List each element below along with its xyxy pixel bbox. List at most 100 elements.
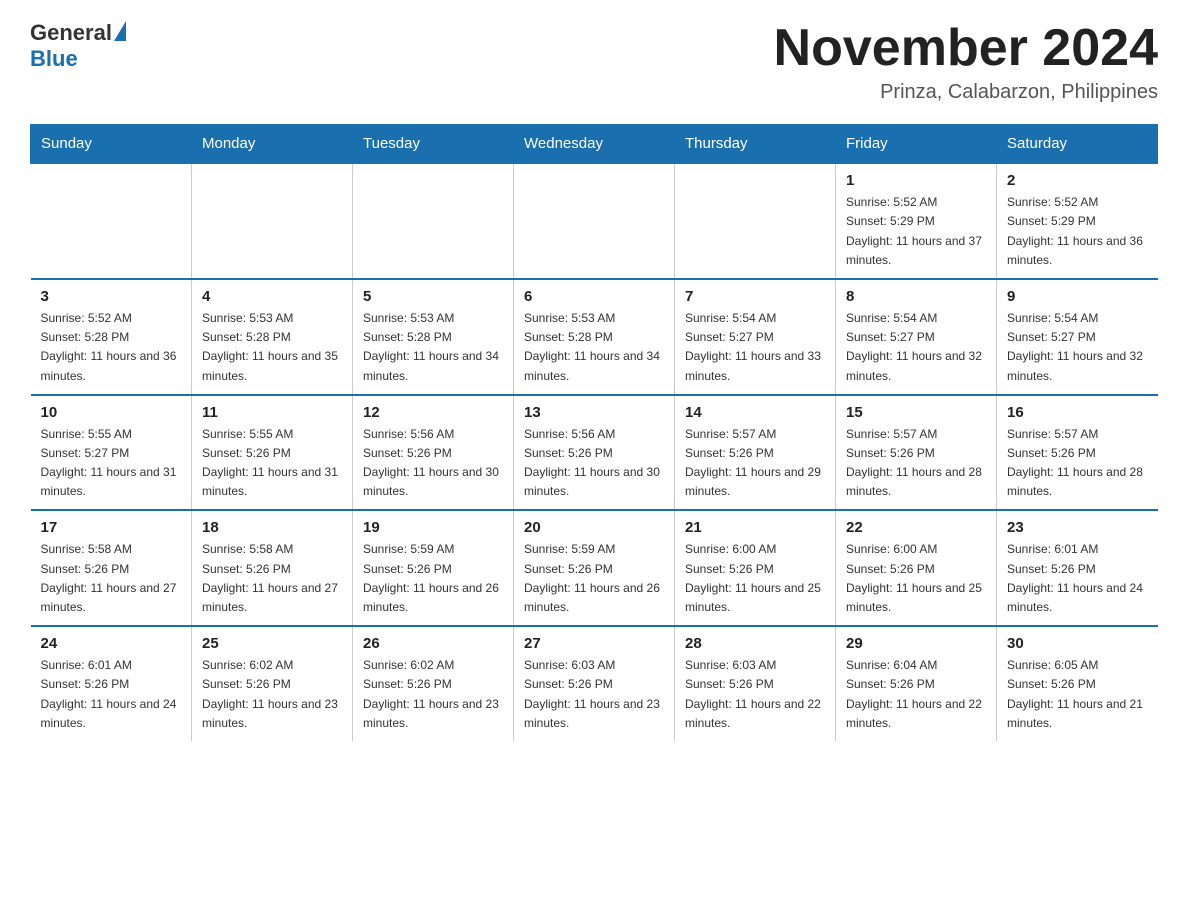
calendar-table: SundayMondayTuesdayWednesdayThursdayFrid…: [30, 124, 1158, 741]
day-number: 3: [41, 288, 182, 305]
calendar-cell: 17 Sunrise: 5:58 AM Sunset: 5:26 PM Dayli…: [31, 510, 192, 626]
day-number: 5: [363, 288, 503, 305]
calendar-cell: 16 Sunrise: 5:57 AM Sunset: 5:26 PM Dayli…: [997, 395, 1158, 511]
day-info: Sunrise: 6:04 AM Sunset: 5:26 PM Dayligh…: [846, 656, 986, 733]
day-info: Sunrise: 5:59 AM Sunset: 5:26 PM Dayligh…: [524, 540, 664, 617]
day-info: Sunrise: 5:54 AM Sunset: 5:27 PM Dayligh…: [1007, 309, 1148, 386]
calendar-cell: 9Sunrise: 5:54 AM Sunset: 5:27 PM Daylig…: [997, 279, 1158, 395]
calendar-cell: 4Sunrise: 5:53 AM Sunset: 5:28 PM Daylig…: [192, 279, 353, 395]
calendar-cell: 12Sunrise: 5:56 AM Sunset: 5:26 PM Dayli…: [353, 395, 514, 511]
calendar-week-4: 17 Sunrise: 5:58 AM Sunset: 5:26 PM Dayli…: [31, 510, 1158, 626]
calendar-cell: 24 Sunrise: 6:01 AM Sunset: 5:26 PM Dayli…: [31, 626, 192, 741]
month-title: November 2024: [774, 20, 1158, 77]
calendar-header: SundayMondayTuesdayWednesdayThursdayFrid…: [31, 125, 1158, 164]
day-info: Sunrise: 6:00 AM Sunset: 5:26 PM Dayligh…: [685, 540, 825, 617]
day-number: 7: [685, 288, 825, 305]
day-info: Sunrise: 6:01 AM Sunset: 5:26 PM Dayligh…: [1007, 540, 1148, 617]
day-info: Sunrise: 5:58 AM Sunset: 5:26 PM Dayligh…: [41, 540, 182, 617]
day-number: 2: [1007, 172, 1148, 189]
day-number: 23: [1007, 519, 1148, 536]
day-info: Sunrise: 5:58 AM Sunset: 5:26 PM Dayligh…: [202, 540, 342, 617]
header-day-sunday: Sunday: [31, 125, 192, 164]
day-info: Sunrise: 5:59 AM Sunset: 5:26 PM Dayligh…: [363, 540, 503, 617]
day-info: Sunrise: 5:54 AM Sunset: 5:27 PM Dayligh…: [846, 309, 986, 386]
calendar-cell: 22 Sunrise: 6:00 AM Sunset: 5:26 PM Dayli…: [836, 510, 997, 626]
day-number: 8: [846, 288, 986, 305]
day-info: Sunrise: 6:02 AM Sunset: 5:26 PM Dayligh…: [202, 656, 342, 733]
calendar-cell: 18 Sunrise: 5:58 AM Sunset: 5:26 PM Dayli…: [192, 510, 353, 626]
day-info: Sunrise: 6:05 AM Sunset: 5:26 PM Dayligh…: [1007, 656, 1148, 733]
header-row: SundayMondayTuesdayWednesdayThursdayFrid…: [31, 125, 1158, 164]
calendar-cell: 19Sunrise: 5:59 AM Sunset: 5:26 PM Dayli…: [353, 510, 514, 626]
day-info: Sunrise: 6:00 AM Sunset: 5:26 PM Dayligh…: [846, 540, 986, 617]
calendar-week-5: 24 Sunrise: 6:01 AM Sunset: 5:26 PM Dayli…: [31, 626, 1158, 741]
day-number: 29: [846, 635, 986, 652]
calendar-cell: 10 Sunrise: 5:55 AM Sunset: 5:27 PM Dayli…: [31, 395, 192, 511]
calendar-cell: [514, 163, 675, 279]
location-text: Prinza, Calabarzon, Philippines: [774, 81, 1158, 104]
day-info: Sunrise: 5:55 AM Sunset: 5:26 PM Dayligh…: [202, 425, 342, 502]
day-info: Sunrise: 5:55 AM Sunset: 5:27 PM Dayligh…: [41, 425, 182, 502]
day-info: Sunrise: 5:52 AM Sunset: 5:28 PM Dayligh…: [41, 309, 182, 386]
day-number: 18: [202, 519, 342, 536]
header-day-saturday: Saturday: [997, 125, 1158, 164]
day-number: 26: [363, 635, 503, 652]
day-info: Sunrise: 6:01 AM Sunset: 5:26 PM Dayligh…: [41, 656, 182, 733]
day-number: 14: [685, 404, 825, 421]
calendar-cell: 3 Sunrise: 5:52 AM Sunset: 5:28 PM Daylig…: [31, 279, 192, 395]
calendar-cell: 21 Sunrise: 6:00 AM Sunset: 5:26 PM Dayli…: [675, 510, 836, 626]
calendar-cell: [31, 163, 192, 279]
calendar-cell: [353, 163, 514, 279]
day-number: 30: [1007, 635, 1148, 652]
day-number: 28: [685, 635, 825, 652]
calendar-cell: 30 Sunrise: 6:05 AM Sunset: 5:26 PM Dayli…: [997, 626, 1158, 741]
day-number: 22: [846, 519, 986, 536]
day-number: 12: [363, 404, 503, 421]
calendar-week-3: 10 Sunrise: 5:55 AM Sunset: 5:27 PM Dayli…: [31, 395, 1158, 511]
header-day-monday: Monday: [192, 125, 353, 164]
logo-general-text: General: [30, 20, 112, 46]
day-number: 13: [524, 404, 664, 421]
day-number: 11: [202, 404, 342, 421]
calendar-cell: 13 Sunrise: 5:56 AM Sunset: 5:26 PM Dayli…: [514, 395, 675, 511]
day-info: Sunrise: 5:53 AM Sunset: 5:28 PM Dayligh…: [363, 309, 503, 386]
header-day-thursday: Thursday: [675, 125, 836, 164]
calendar-cell: 23 Sunrise: 6:01 AM Sunset: 5:26 PM Dayli…: [997, 510, 1158, 626]
logo-triangle-icon: [114, 21, 126, 41]
day-info: Sunrise: 5:52 AM Sunset: 5:29 PM Dayligh…: [846, 193, 986, 270]
day-number: 24: [41, 635, 182, 652]
logo-blue-text: Blue: [30, 46, 78, 71]
calendar-cell: 7Sunrise: 5:54 AM Sunset: 5:27 PM Daylig…: [675, 279, 836, 395]
day-info: Sunrise: 5:57 AM Sunset: 5:26 PM Dayligh…: [1007, 425, 1148, 502]
calendar-cell: 14 Sunrise: 5:57 AM Sunset: 5:26 PM Dayli…: [675, 395, 836, 511]
day-info: Sunrise: 5:52 AM Sunset: 5:29 PM Dayligh…: [1007, 193, 1148, 270]
day-number: 15: [846, 404, 986, 421]
day-number: 21: [685, 519, 825, 536]
day-number: 16: [1007, 404, 1148, 421]
calendar-cell: 1Sunrise: 5:52 AM Sunset: 5:29 PM Daylig…: [836, 163, 997, 279]
calendar-cell: 2 Sunrise: 5:52 AM Sunset: 5:29 PM Daylig…: [997, 163, 1158, 279]
calendar-cell: 28Sunrise: 6:03 AM Sunset: 5:26 PM Dayli…: [675, 626, 836, 741]
page-header: General Blue November 2024 Prinza, Calab…: [30, 20, 1158, 104]
day-number: 17: [41, 519, 182, 536]
calendar-cell: 20 Sunrise: 5:59 AM Sunset: 5:26 PM Dayli…: [514, 510, 675, 626]
calendar-cell: 8 Sunrise: 5:54 AM Sunset: 5:27 PM Daylig…: [836, 279, 997, 395]
calendar-cell: 27Sunrise: 6:03 AM Sunset: 5:26 PM Dayli…: [514, 626, 675, 741]
calendar-week-2: 3 Sunrise: 5:52 AM Sunset: 5:28 PM Daylig…: [31, 279, 1158, 395]
calendar-cell: [192, 163, 353, 279]
day-info: Sunrise: 5:56 AM Sunset: 5:26 PM Dayligh…: [524, 425, 664, 502]
day-info: Sunrise: 6:03 AM Sunset: 5:26 PM Dayligh…: [524, 656, 664, 733]
calendar-cell: 29 Sunrise: 6:04 AM Sunset: 5:26 PM Dayli…: [836, 626, 997, 741]
header-day-wednesday: Wednesday: [514, 125, 675, 164]
day-number: 25: [202, 635, 342, 652]
calendar-cell: [675, 163, 836, 279]
day-info: Sunrise: 5:57 AM Sunset: 5:26 PM Dayligh…: [685, 425, 825, 502]
calendar-cell: 15Sunrise: 5:57 AM Sunset: 5:26 PM Dayli…: [836, 395, 997, 511]
title-section: November 2024 Prinza, Calabarzon, Philip…: [774, 20, 1158, 104]
calendar-cell: 5 Sunrise: 5:53 AM Sunset: 5:28 PM Daylig…: [353, 279, 514, 395]
day-number: 10: [41, 404, 182, 421]
calendar-cell: 6Sunrise: 5:53 AM Sunset: 5:28 PM Daylig…: [514, 279, 675, 395]
day-number: 20: [524, 519, 664, 536]
calendar-body: 1Sunrise: 5:52 AM Sunset: 5:29 PM Daylig…: [31, 163, 1158, 741]
day-info: Sunrise: 6:02 AM Sunset: 5:26 PM Dayligh…: [363, 656, 503, 733]
